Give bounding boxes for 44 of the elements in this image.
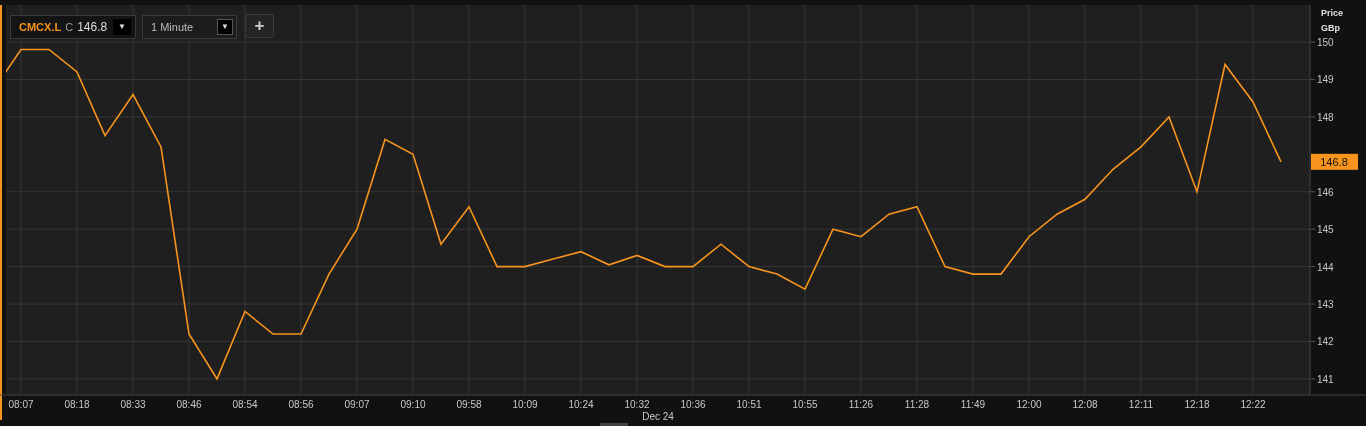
axis-label: 12:18 [1184,399,1210,410]
axis-label: 12:08 [1072,399,1098,410]
axis-label: 12:00 [1016,399,1042,410]
axis-label: 141 [1317,373,1334,385]
axis-title: Price [1321,8,1344,18]
axis-label: 10:24 [568,399,594,410]
axis-label: 09:10 [400,399,426,410]
axis-label: 12:11 [1128,399,1154,410]
axis-label: 143 [1317,299,1334,311]
axis-label: 08:56 [288,399,314,410]
axis-unit: GBp [1321,23,1340,33]
axis-label: 148 [1317,111,1334,123]
axis-label: 08:18 [64,399,90,410]
axis-label: 09:58 [456,399,482,410]
axis-label: 150 [1317,37,1334,49]
axis-label: 10:51 [736,399,762,410]
axis-label: 09:07 [344,399,370,410]
symbol-selector[interactable]: CMCX.L C 146.8 ▼ [10,15,136,39]
axis-label: 145 [1317,224,1334,236]
axis-label: 149 [1317,74,1334,86]
date-label: Dec 24 [642,411,674,422]
axis-label: 08:07 [8,399,34,410]
last-price: 146.8 [1320,155,1348,168]
axis-label: 08:54 [232,399,258,410]
axis-label: 146 [1317,186,1334,198]
axis-label: 08:33 [120,399,146,410]
close-label: C [65,19,74,35]
add-button[interactable]: + [245,14,274,38]
axis-label: 11:28 [904,399,930,410]
scrollbar-thumb[interactable] [600,423,628,426]
axis-label: 12:22 [1240,399,1266,410]
close-value: 146.8 [77,19,108,36]
axis-label: 11:26 [848,399,874,410]
interval-dropdown[interactable]: 1 Minute ▼ [142,15,237,39]
axis-label: 10:36 [680,399,706,410]
interval-label: 1 Minute [151,19,194,35]
axis-label: 10:55 [792,399,818,410]
axis-label: 11:49 [960,399,986,410]
axis-label: 08:46 [176,399,202,410]
symbol-label: CMCX.L [19,19,62,35]
axis-label: 10:32 [624,399,650,410]
axis-label: 10:09 [512,399,538,410]
axis-label: 142 [1317,336,1334,348]
axis-label: 144 [1317,261,1334,273]
